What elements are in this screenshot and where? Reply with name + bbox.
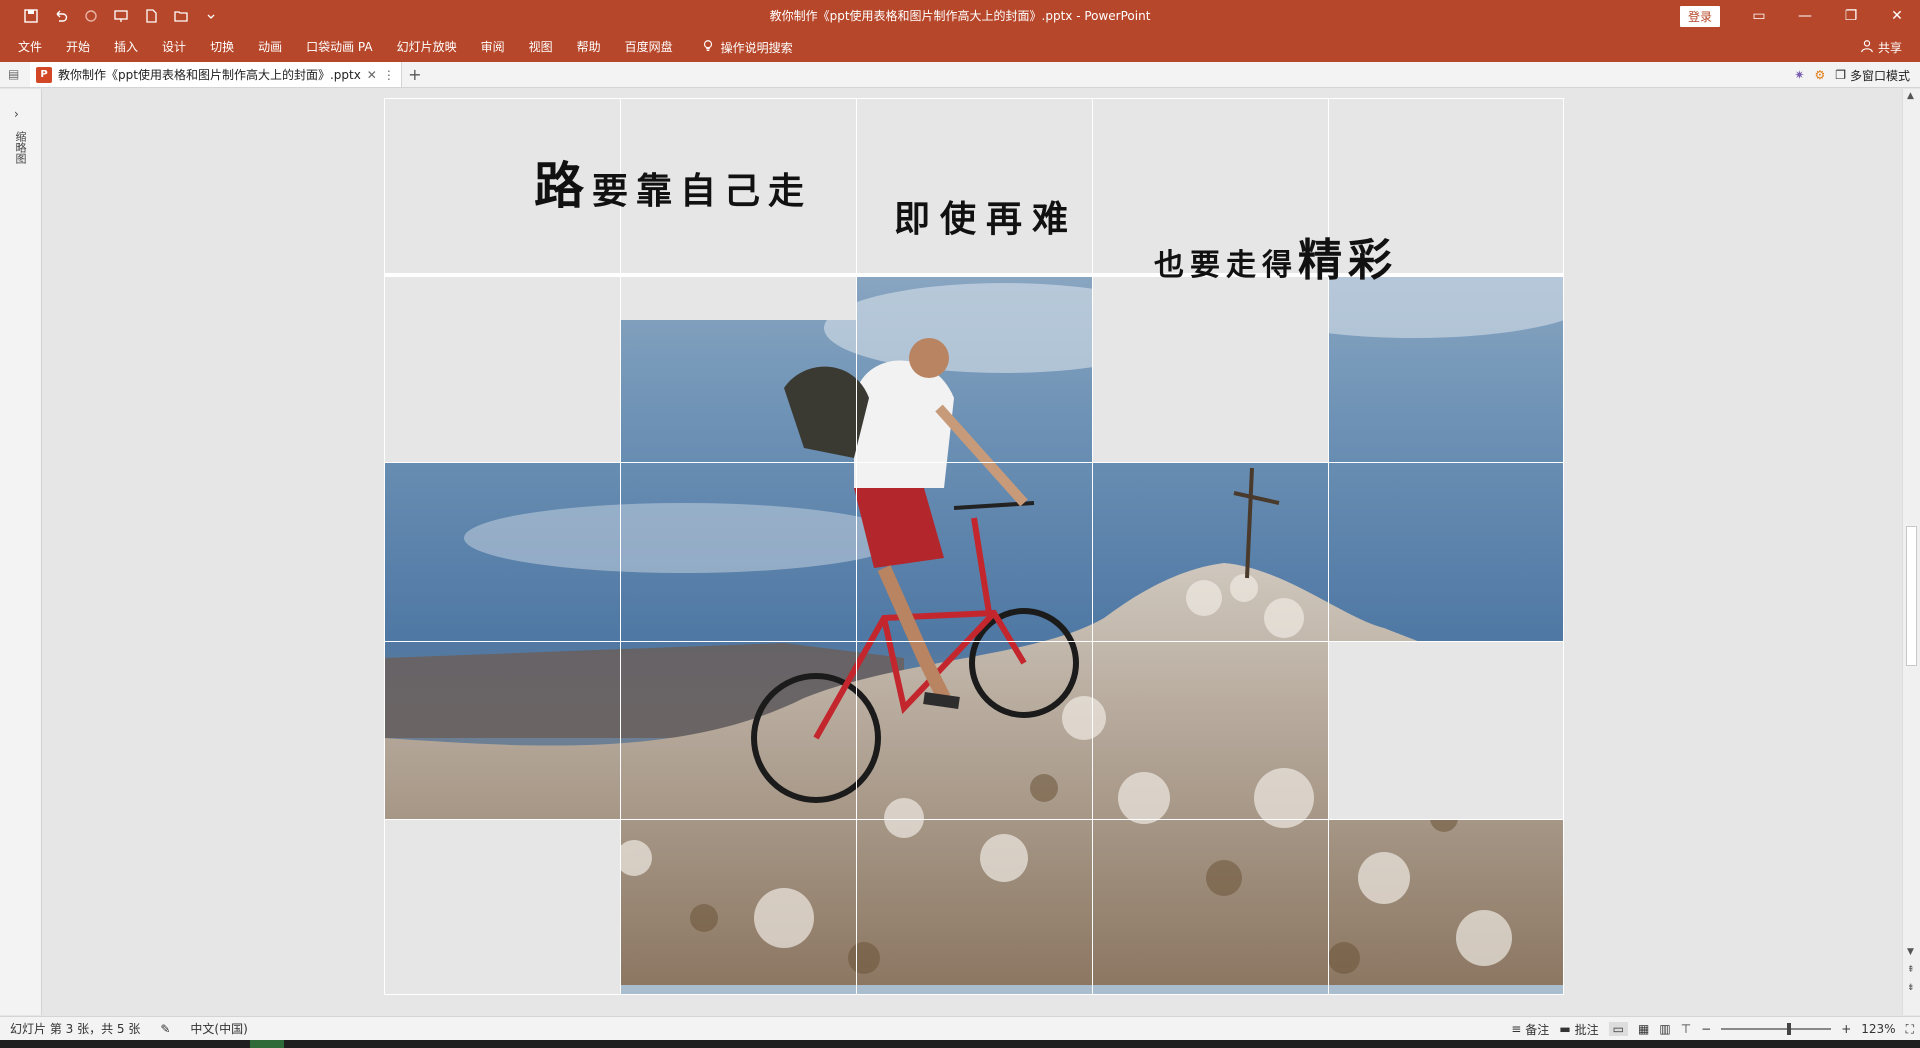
thumbnails-label[interactable]: 缩略图 bbox=[12, 131, 28, 164]
slide-counter: 幻灯片 第 3 张，共 5 张 bbox=[10, 1022, 141, 1036]
tab-review[interactable]: 审阅 bbox=[469, 32, 517, 62]
tell-me-label: 操作说明搜索 bbox=[720, 40, 793, 55]
notes-label: 备注 bbox=[1525, 1022, 1550, 1037]
language-indicator[interactable]: 中文(中国) bbox=[180, 1020, 257, 1037]
zoom-level[interactable]: 123% bbox=[1861, 1022, 1895, 1036]
previous-slide-icon[interactable]: ⇞ bbox=[1907, 965, 1915, 975]
notes-icon: ≡ bbox=[1511, 1022, 1522, 1036]
tab-design[interactable]: 设计 bbox=[150, 32, 198, 62]
slide-sorter-icon[interactable]: ▦ bbox=[1638, 1022, 1649, 1036]
multi-window-icon: ❐ bbox=[1835, 68, 1846, 82]
tab-help[interactable]: 帮助 bbox=[565, 32, 613, 62]
slide-line-3[interactable]: 也要走得精彩 bbox=[1154, 224, 1398, 288]
taskbar-active-item[interactable] bbox=[250, 1040, 284, 1048]
new-file-icon[interactable] bbox=[138, 3, 164, 29]
tab-insert[interactable]: 插入 bbox=[102, 32, 150, 62]
person-icon bbox=[1860, 39, 1874, 56]
scroll-up-icon[interactable]: ▲ bbox=[1907, 91, 1914, 101]
close-icon[interactable]: ✕ bbox=[1874, 0, 1920, 32]
zoom-slider[interactable] bbox=[1721, 1023, 1832, 1035]
tab-view[interactable]: 视图 bbox=[517, 32, 565, 62]
multi-window-button[interactable]: ❐ 多窗口模式 bbox=[1835, 67, 1910, 84]
save-icon[interactable] bbox=[18, 3, 44, 29]
redo-icon[interactable] bbox=[78, 3, 104, 29]
window-title: 教你制作《ppt使用表格和图片制作高大上的封面》.pptx - PowerPoi… bbox=[769, 9, 1151, 23]
ribbon-tabs: 文件 开始 插入 设计 切换 动画 口袋动画 PA 幻灯片放映 审阅 视图 帮助… bbox=[0, 32, 1920, 62]
close-tab-icon[interactable]: ✕ bbox=[367, 68, 377, 82]
add-tab-icon[interactable]: + bbox=[402, 62, 428, 87]
status-bar: 幻灯片 第 3 张，共 5 张 ✎ 中文(中国) ≡ 备注 ▬ 批注 ▭ ▦ ▥… bbox=[0, 1016, 1920, 1040]
thumbnails-pane: › 缩略图 bbox=[0, 89, 42, 1015]
undo-icon[interactable] bbox=[48, 3, 74, 29]
expand-thumbnails-icon[interactable]: › bbox=[14, 107, 19, 121]
tab-file[interactable]: 文件 bbox=[6, 32, 54, 62]
tab-animations[interactable]: 动画 bbox=[246, 32, 294, 62]
document-tab[interactable]: P 教你制作《ppt使用表格和图片制作高大上的封面》.pptx ✕ ⋮ bbox=[30, 62, 402, 87]
slide-line-3-big: 精彩 bbox=[1298, 235, 1398, 286]
zoom-in-icon[interactable]: + bbox=[1841, 1022, 1851, 1036]
powerpoint-icon: P bbox=[36, 66, 52, 83]
tab-home[interactable]: 开始 bbox=[54, 32, 102, 62]
multi-window-label: 多窗口模式 bbox=[1849, 68, 1910, 83]
spellcheck-icon[interactable]: ✎ bbox=[150, 1022, 180, 1036]
magic-tool-icon[interactable]: ✷ bbox=[1794, 68, 1804, 82]
comments-label: 批注 bbox=[1574, 1022, 1599, 1037]
slide-line-1-rest: 要靠自己走 bbox=[592, 170, 813, 212]
minimize-icon[interactable]: — bbox=[1782, 0, 1828, 32]
tell-me-search[interactable]: 操作说明搜索 bbox=[685, 39, 793, 56]
present-from-start-icon[interactable] bbox=[108, 3, 134, 29]
vertical-scrollbar[interactable]: ▲ ▼ ⇞ ⇟ bbox=[1902, 89, 1920, 1015]
scroll-down-icon[interactable]: ▼ bbox=[1907, 947, 1914, 957]
slide-line-1[interactable]: 路要靠自己走 bbox=[534, 146, 812, 218]
reading-view-icon[interactable]: ▥ bbox=[1659, 1022, 1670, 1036]
quick-access-toolbar bbox=[0, 3, 224, 29]
restore-icon[interactable]: ❐ bbox=[1828, 0, 1874, 32]
share-label: 共享 bbox=[1877, 40, 1902, 55]
comments-button[interactable]: ▬ 批注 bbox=[1559, 1021, 1598, 1038]
tab-menu-icon[interactable]: ⋮ bbox=[383, 68, 395, 82]
title-bar: 教你制作《ppt使用表格和图片制作高大上的封面》.pptx - PowerPoi… bbox=[0, 0, 1920, 32]
tab-list-icon[interactable]: ▤ bbox=[8, 67, 19, 81]
fit-to-window-icon[interactable]: ⛶ bbox=[1906, 1022, 1914, 1037]
tab-pocket-animation[interactable]: 口袋动画 PA bbox=[294, 32, 385, 62]
slideshow-icon[interactable]: ⊤ bbox=[1681, 1022, 1691, 1036]
zoom-out-icon[interactable]: − bbox=[1701, 1022, 1711, 1036]
document-tab-title: 教你制作《ppt使用表格和图片制作高大上的封面》.pptx bbox=[58, 68, 361, 82]
document-tab-strip: ▤ P 教你制作《ppt使用表格和图片制作高大上的封面》.pptx ✕ ⋮ + … bbox=[0, 62, 1920, 88]
next-slide-icon[interactable]: ⇟ bbox=[1907, 983, 1915, 993]
scroll-thumb[interactable] bbox=[1906, 526, 1917, 666]
settings-gear-icon[interactable]: ⚙ bbox=[1814, 68, 1825, 82]
slide-line-3-rest: 也要走得 bbox=[1154, 248, 1298, 283]
zoom-slider-knob[interactable] bbox=[1787, 1023, 1792, 1035]
open-folder-icon[interactable] bbox=[168, 3, 194, 29]
comment-icon: ▬ bbox=[1559, 1022, 1571, 1036]
customize-qat-icon[interactable] bbox=[198, 3, 224, 29]
taskbar-strip bbox=[0, 1040, 1920, 1048]
notes-button[interactable]: ≡ 备注 bbox=[1511, 1021, 1549, 1038]
slide-line-1-big: 路 bbox=[534, 156, 592, 215]
slide-canvas[interactable]: 路要靠自己走 即使再难 也要走得精彩 bbox=[384, 98, 1564, 995]
tab-baidu-netdisk[interactable]: 百度网盘 bbox=[613, 32, 685, 62]
tab-transitions[interactable]: 切换 bbox=[198, 32, 246, 62]
share-button[interactable]: 共享 bbox=[1860, 32, 1902, 62]
login-button[interactable]: 登录 bbox=[1679, 5, 1720, 27]
normal-view-icon[interactable]: ▭ bbox=[1608, 1022, 1629, 1036]
ribbon-display-options-icon[interactable]: ▭ bbox=[1736, 0, 1782, 32]
lightbulb-icon bbox=[701, 39, 715, 56]
tab-slideshow[interactable]: 幻灯片放映 bbox=[385, 32, 469, 62]
slide-line-2[interactable]: 即使再难 bbox=[894, 190, 1078, 242]
